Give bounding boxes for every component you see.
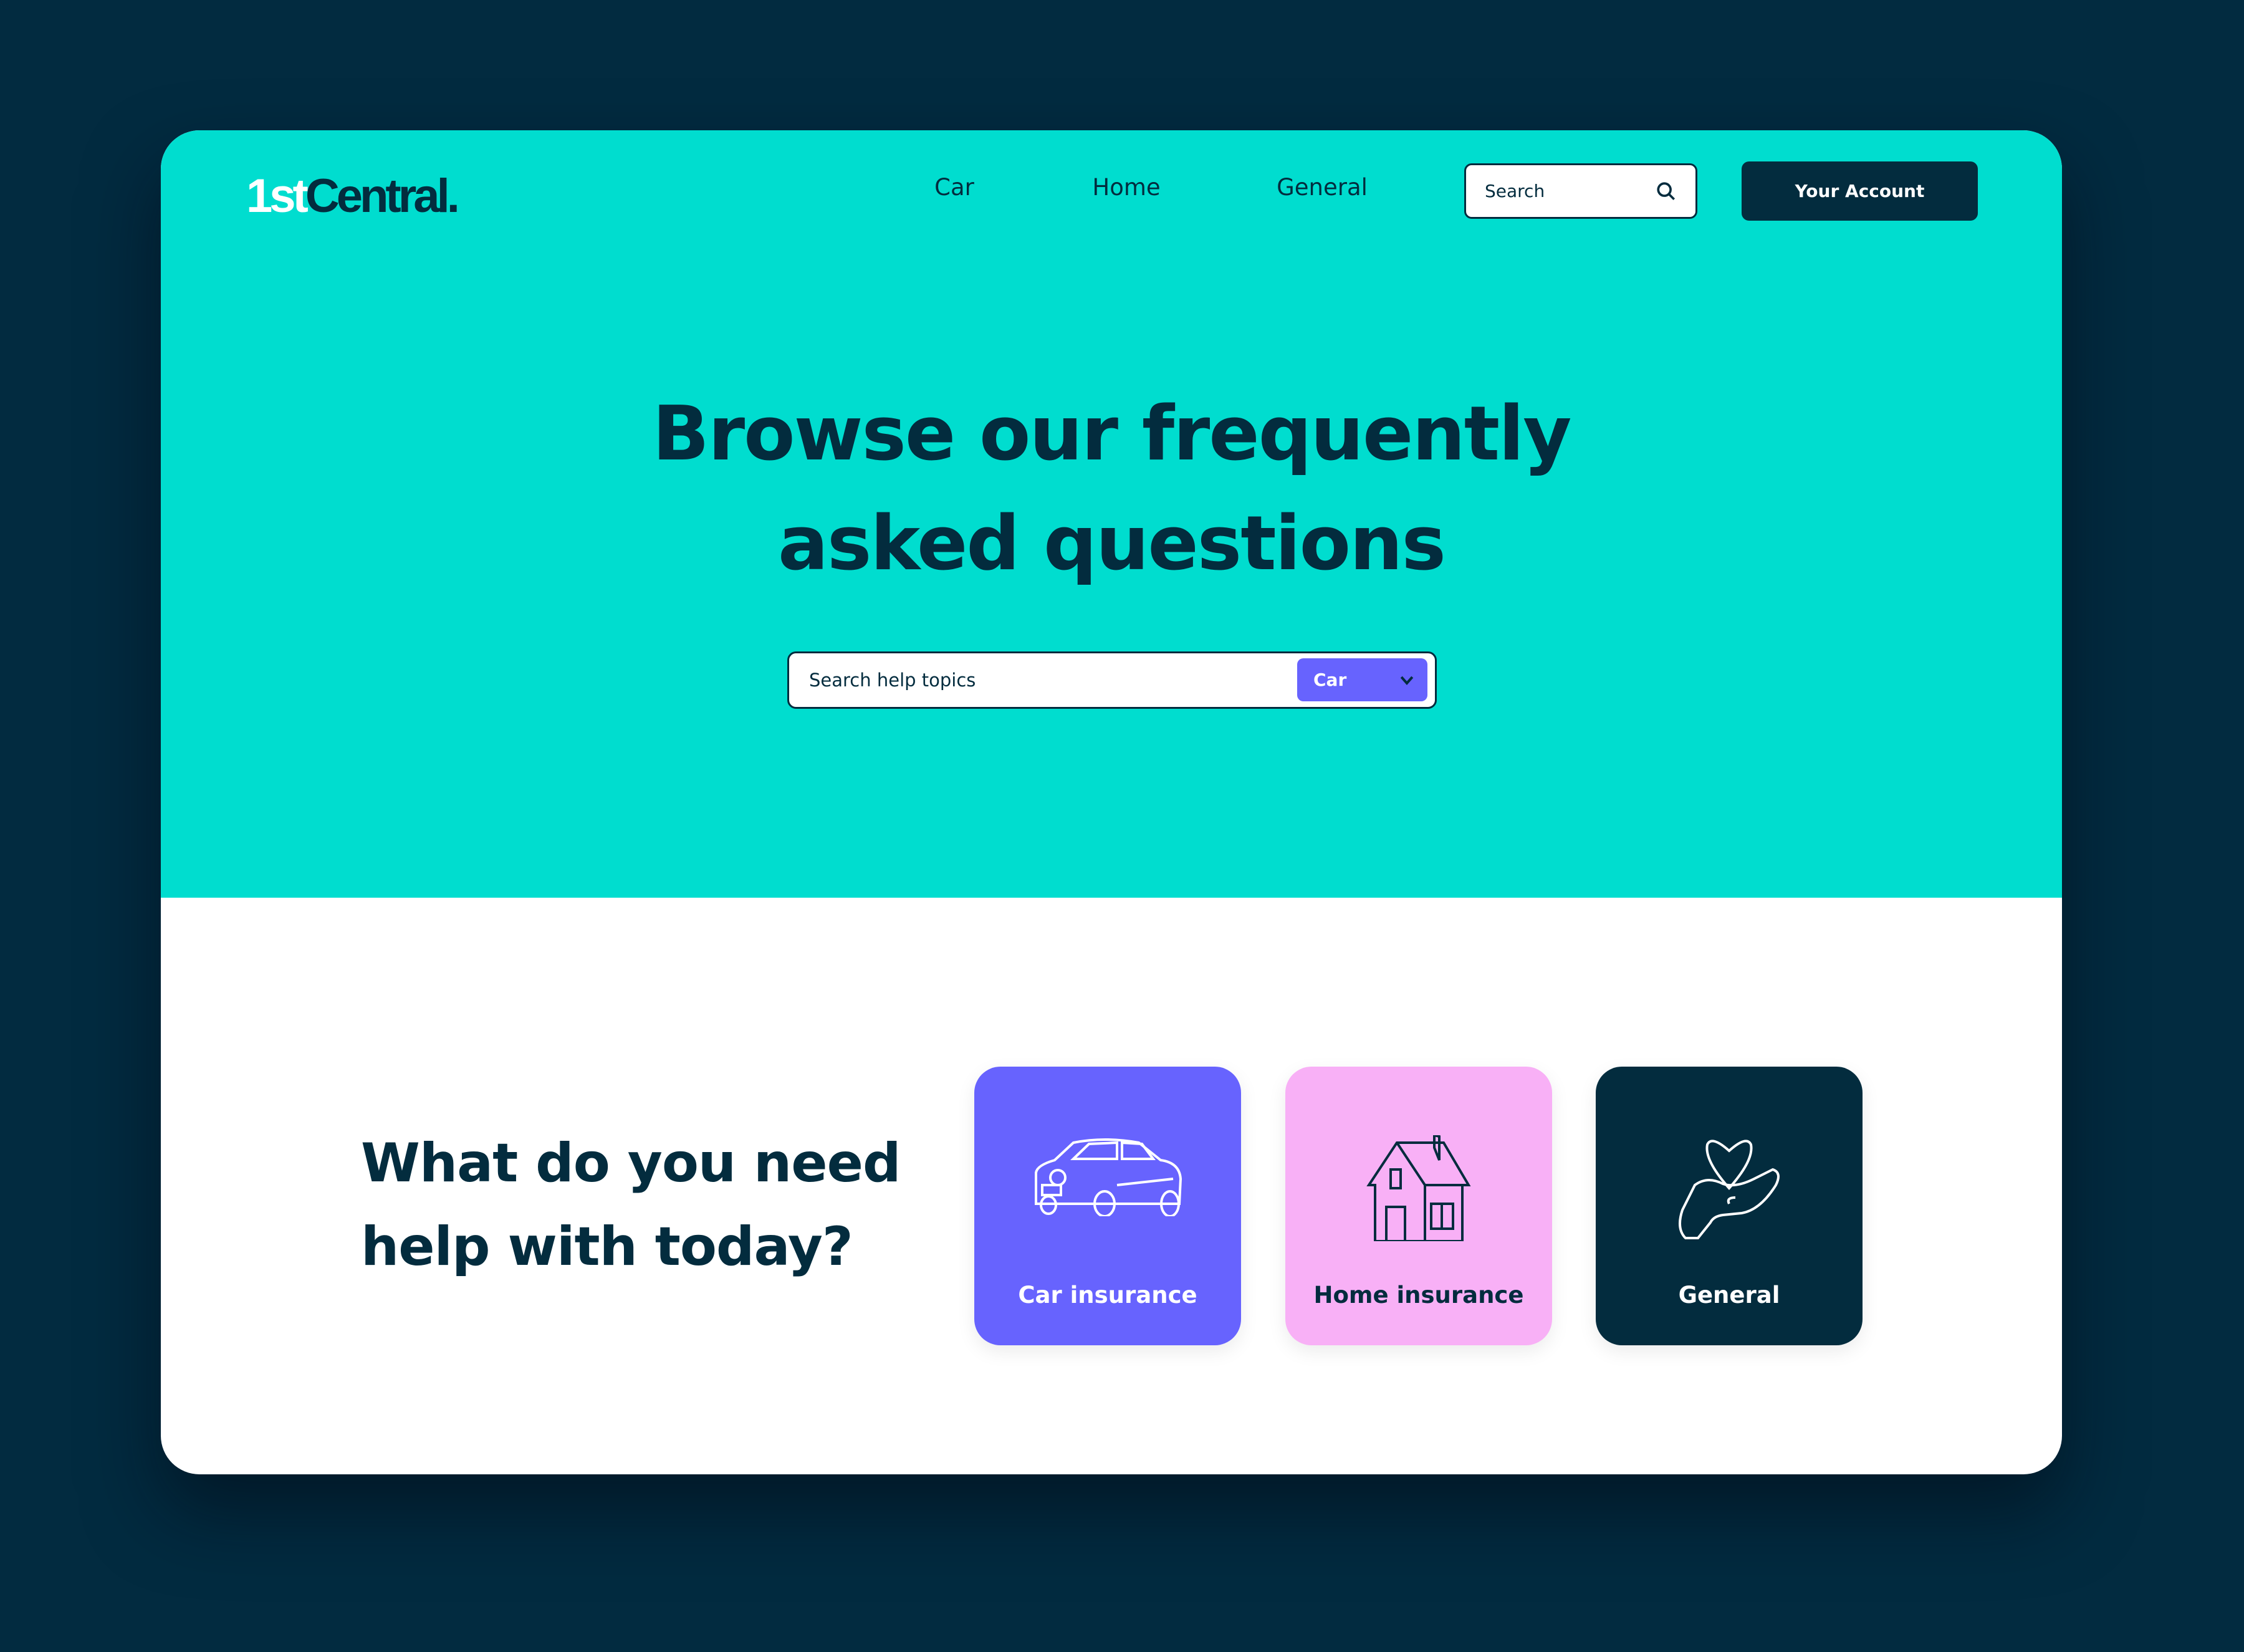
logo[interactable]: 1stCentral. [246, 169, 460, 223]
card-label: Home insurance [1313, 1282, 1524, 1309]
nav-home[interactable]: Home [1092, 174, 1160, 201]
help-heading-line-1: What do you need [361, 1132, 901, 1194]
nav-general[interactable]: General [1277, 174, 1368, 201]
chevron-down-icon [1400, 676, 1414, 685]
header-search-input[interactable]: Search [1464, 163, 1697, 219]
house-icon [1366, 1135, 1471, 1241]
page-window: 1stCentral. Car Home General Search Your… [161, 130, 2062, 1474]
logo-part-2: Central. [305, 170, 460, 223]
title-line-1: Browse our frequently [652, 391, 1572, 478]
title-line-2: asked questions [778, 501, 1446, 587]
heart-hand-icon [1679, 1140, 1780, 1239]
card-label: Car insurance [1018, 1282, 1197, 1309]
nav-car[interactable]: Car [934, 174, 974, 201]
hero-section: 1stCentral. Car Home General Search Your… [161, 130, 2062, 898]
help-search-placeholder: Search help topics [809, 670, 976, 691]
category-dropdown[interactable]: Car [1297, 658, 1427, 701]
help-search-input[interactable]: Search help topics Car [787, 651, 1437, 709]
your-account-button[interactable]: Your Account [1742, 161, 1978, 221]
card-home-insurance[interactable]: Home insurance [1285, 1067, 1552, 1345]
help-heading: What do you need help with today? [361, 1121, 901, 1289]
search-icon[interactable] [1656, 181, 1677, 202]
category-selected: Car [1313, 670, 1347, 690]
car-icon [1035, 1138, 1182, 1216]
card-car-insurance[interactable]: Car insurance [974, 1067, 1241, 1345]
page-title: Browse our frequently asked questions [161, 380, 2062, 599]
card-general[interactable]: General [1596, 1067, 1863, 1345]
card-label: General [1678, 1282, 1780, 1309]
logo-part-1: 1st [246, 170, 309, 223]
help-heading-line-2: help with today? [361, 1216, 853, 1278]
search-placeholder: Search [1485, 181, 1545, 201]
